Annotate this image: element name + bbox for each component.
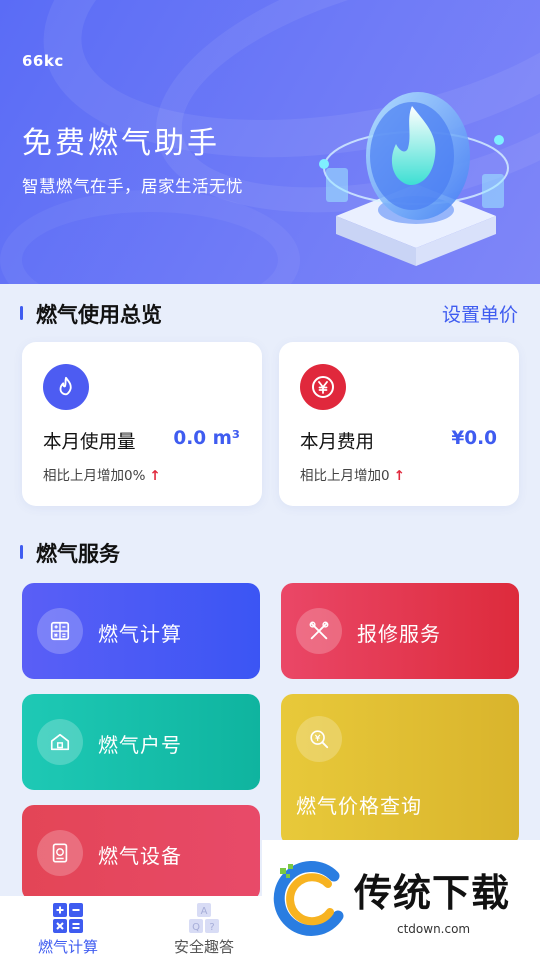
- repair-tools-icon: [296, 608, 342, 654]
- calculator-icon: [37, 608, 83, 654]
- gas-price-query-tile[interactable]: 燃气价格查询: [281, 694, 519, 846]
- gas-account-label: 燃气户号: [98, 733, 182, 757]
- gas-meter-icon: [37, 830, 83, 876]
- repair-service-tile[interactable]: 报修服务: [281, 583, 519, 679]
- watermark: 传统下载 ctdown.com: [262, 840, 540, 960]
- gas-flame-illustration-icon: [319, 92, 509, 266]
- monthly-cost-card[interactable]: 本月费用 ¥0.0 相比上月增加0 ↑: [279, 342, 519, 506]
- section-accent-bar: [20, 306, 23, 320]
- cost-comparison: 相比上月增加0 ↑: [300, 464, 405, 484]
- nav-safety-quiz-label: 安全趣答: [173, 938, 234, 956]
- gas-price-query-label: 燃气价格查询: [296, 794, 422, 818]
- overview-section-title: 燃气使用总览: [36, 303, 162, 327]
- price-search-icon: [296, 716, 342, 762]
- usage-comparison-text: 相比上月增加0%: [43, 468, 146, 484]
- services-section-header: 燃气服务: [0, 535, 540, 569]
- cost-comparison-text: 相比上月增加0: [300, 468, 390, 484]
- svg-text:?: ?: [209, 922, 214, 933]
- watermark-url: ctdown.com: [397, 922, 471, 936]
- yen-icon: [300, 364, 346, 410]
- watermark-text: 传统下载: [354, 871, 511, 915]
- up-arrow-icon: ↑: [149, 468, 161, 484]
- flame-icon: [43, 364, 89, 410]
- gas-calculation-label: 燃气计算: [98, 622, 182, 646]
- hero-title: 免费燃气助手: [22, 126, 220, 161]
- overview-section-header: 燃气使用总览 设置单价: [0, 296, 540, 330]
- usage-value: 0.0 m³: [173, 428, 240, 449]
- watermark-logo-icon: [273, 861, 344, 936]
- usage-label: 本月使用量: [43, 432, 136, 453]
- section-accent-bar: [20, 545, 23, 559]
- nav-safety-quiz[interactable]: A Q ? 安全趣答: [136, 896, 272, 960]
- quiz-blocks-icon: A Q ?: [189, 903, 219, 933]
- calculator-grid-icon: [53, 903, 83, 933]
- cost-value: ¥0.0: [451, 428, 497, 449]
- gas-equipment-label: 燃气设备: [98, 844, 182, 868]
- home-icon: [37, 719, 83, 765]
- nav-gas-calculation[interactable]: 燃气计算: [0, 896, 136, 960]
- repair-service-label: 报修服务: [357, 622, 441, 646]
- hero-banner: 66kc 免费燃气助手 智慧燃气在手，居家生活无忧: [0, 0, 540, 284]
- nav-gas-calculation-label: 燃气计算: [37, 938, 98, 956]
- gas-calculation-tile[interactable]: 燃气计算: [22, 583, 260, 679]
- cost-label: 本月费用: [300, 432, 375, 453]
- set-price-link[interactable]: 设置单价: [442, 300, 518, 327]
- hero-subtitle: 智慧燃气在手，居家生活无忧: [22, 177, 243, 196]
- gas-account-tile[interactable]: 燃气户号: [22, 694, 260, 790]
- up-arrow-icon: ↑: [393, 468, 405, 484]
- svg-text:Q: Q: [192, 922, 200, 933]
- services-section-title: 燃气服务: [36, 542, 120, 566]
- usage-comparison: 相比上月增加0% ↑: [43, 464, 161, 484]
- monthly-usage-card[interactable]: 本月使用量 0.0 m³ 相比上月增加0% ↑: [22, 342, 262, 506]
- svg-text:A: A: [201, 906, 208, 917]
- gas-equipment-tile[interactable]: 燃气设备: [22, 805, 260, 901]
- brand-label: 66kc: [22, 52, 64, 70]
